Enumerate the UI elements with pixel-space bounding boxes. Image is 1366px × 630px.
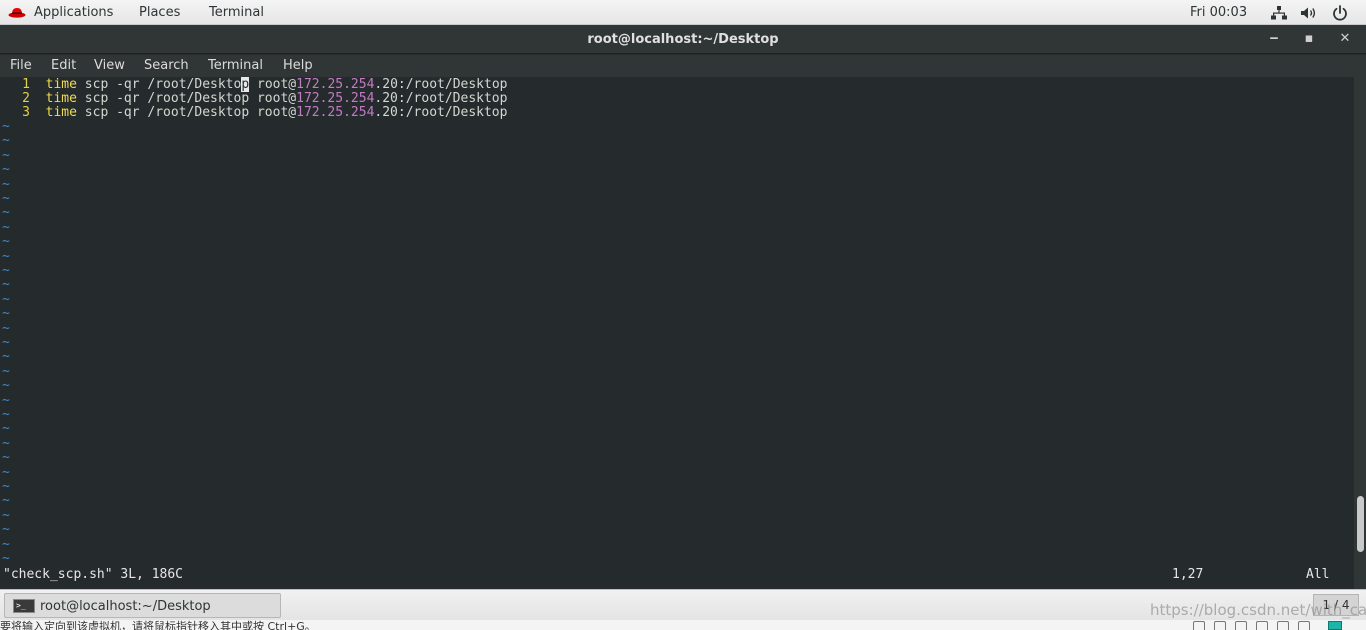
vim-cursor-position: 1,27: [1172, 567, 1204, 582]
ip-address: 172.25.254: [296, 77, 375, 92]
tilde-marker: ~: [2, 320, 10, 336]
tilde-marker: ~: [2, 479, 10, 494]
device-icon[interactable]: [1235, 621, 1247, 630]
menu-terminal[interactable]: Terminal: [208, 58, 263, 73]
tilde-marker: ~: [2, 162, 10, 178]
device-icon[interactable]: [1193, 621, 1205, 630]
tilde-marker: ~: [2, 551, 10, 566]
tilde-marker: ~: [2, 147, 10, 163]
top-panel: Applications Places Terminal Fri 00:03: [0, 0, 1366, 25]
line-keyword: time: [45, 105, 77, 120]
tilde-marker: ~: [2, 191, 10, 206]
device-icon[interactable]: [1277, 621, 1289, 630]
power-icon[interactable]: [1332, 5, 1348, 21]
editor-line: 2 time scp -qr /root/Desktop root@172.25…: [0, 92, 507, 106]
tilde-marker: ~: [2, 407, 10, 422]
maximize-button[interactable]: ▪: [1298, 29, 1320, 49]
editor-line: 3 time scp -qr /root/Desktop root@172.25…: [0, 106, 507, 120]
volume-icon[interactable]: [1300, 6, 1318, 20]
taskbar-window-button[interactable]: >_ root@localhost:~/Desktop: [4, 593, 281, 618]
editor-line: 1 time scp -qr /root/Desktop root@172.25…: [0, 77, 508, 92]
window-title: root@localhost:~/Desktop: [587, 32, 779, 47]
ip-address: 172.25.254: [296, 105, 375, 120]
places-menu[interactable]: Places: [139, 5, 180, 20]
terminal-content[interactable]: 1 time scp -qr /root/Desktop root@172.25…: [0, 77, 1354, 589]
tilde-marker: ~: [2, 119, 10, 134]
line-keyword: time: [45, 77, 77, 92]
vim-status-file: "check_scp.sh" 3L, 186C: [3, 567, 184, 582]
line-text: scp -qr /root/Desktop root@: [76, 105, 297, 120]
device-icon[interactable]: [1256, 621, 1268, 630]
ip-address: 172.25.254: [296, 91, 375, 106]
line-text: .20:/root/Desktop: [374, 77, 508, 92]
line-text: scp -qr /root/Desktop root@: [76, 91, 297, 106]
scrollbar-thumb[interactable]: [1357, 496, 1364, 552]
terminal-scrollbar[interactable]: [1354, 77, 1366, 589]
window-titlebar[interactable]: root@localhost:~/Desktop ‒ ▪ ✕: [0, 25, 1366, 54]
terminal-app-menu[interactable]: Terminal: [209, 5, 264, 20]
tilde-marker: ~: [2, 176, 10, 192]
tilde-marker: ~: [2, 263, 10, 278]
tilde-marker: ~: [2, 522, 10, 538]
line-text: scp -qr /root/Deskto: [76, 77, 242, 92]
redhat-logo-icon[interactable]: [8, 6, 26, 18]
tilde-marker: ~: [2, 277, 10, 293]
network-icon[interactable]: [1271, 6, 1287, 20]
tilde-marker: ~: [2, 536, 10, 552]
tilde-marker: ~: [2, 363, 10, 379]
terminal-menubar: File Edit View Search Terminal Help: [0, 55, 1366, 77]
menu-view[interactable]: View: [94, 58, 125, 73]
tilde-marker: ~: [2, 349, 10, 365]
tilde-marker: ~: [2, 493, 10, 509]
line-text: .20:/root/Desktop: [374, 105, 508, 120]
tilde-marker: ~: [2, 435, 10, 451]
taskbar-window-label: root@localhost:~/Desktop: [40, 599, 211, 614]
vm-status-icon[interactable]: [1328, 621, 1342, 630]
tilde-marker: ~: [2, 205, 10, 221]
tilde-marker: ~: [2, 335, 10, 350]
tilde-marker: ~: [2, 306, 10, 322]
line-number: 3: [22, 105, 30, 120]
minimize-button[interactable]: ‒: [1263, 29, 1285, 49]
tilde-marker: ~: [2, 421, 10, 437]
line-text: .20:/root/Desktop: [374, 91, 508, 106]
tilde-marker: ~: [2, 248, 10, 264]
applications-menu[interactable]: Applications: [34, 5, 113, 20]
tilde-marker: ~: [2, 507, 10, 523]
menu-edit[interactable]: Edit: [51, 58, 76, 73]
tilde-marker: ~: [2, 291, 10, 307]
tilde-marker: ~: [2, 392, 10, 408]
tilde-marker: ~: [2, 378, 10, 394]
vim-scroll-percent: All: [1306, 567, 1330, 582]
device-icon[interactable]: [1214, 621, 1226, 630]
close-button[interactable]: ✕: [1334, 29, 1356, 49]
terminal-icon: >_: [13, 599, 35, 613]
menu-search[interactable]: Search: [144, 58, 189, 73]
clock[interactable]: Fri 00:03: [1190, 5, 1247, 20]
line-keyword: time: [45, 91, 77, 106]
bottom-taskbar: >_ root@localhost:~/Desktop 1 / 4 https:…: [0, 589, 1366, 620]
menu-help[interactable]: Help: [283, 58, 313, 73]
device-icon[interactable]: [1298, 621, 1310, 630]
tilde-marker: ~: [2, 450, 10, 466]
line-text: root@: [249, 77, 297, 92]
vm-hint-bar: 要将输入定向到该虚拟机，请将鼠标指针移入其中或按 Ctrl+G。: [0, 620, 1366, 630]
tilde-marker: ~: [2, 133, 10, 149]
line-number: 1: [22, 77, 30, 92]
tilde-marker: ~: [2, 464, 10, 480]
tilde-marker: ~: [2, 219, 10, 235]
menu-file[interactable]: File: [10, 58, 32, 73]
watermark: https://blog.csdn.net/with_cat: [1150, 601, 1366, 619]
line-number: 2: [22, 91, 30, 106]
text-cursor: p: [241, 77, 250, 92]
vm-hint-text: 要将输入定向到该虚拟机，请将鼠标指针移入其中或按 Ctrl+G。: [0, 620, 316, 630]
tilde-marker: ~: [2, 234, 10, 250]
